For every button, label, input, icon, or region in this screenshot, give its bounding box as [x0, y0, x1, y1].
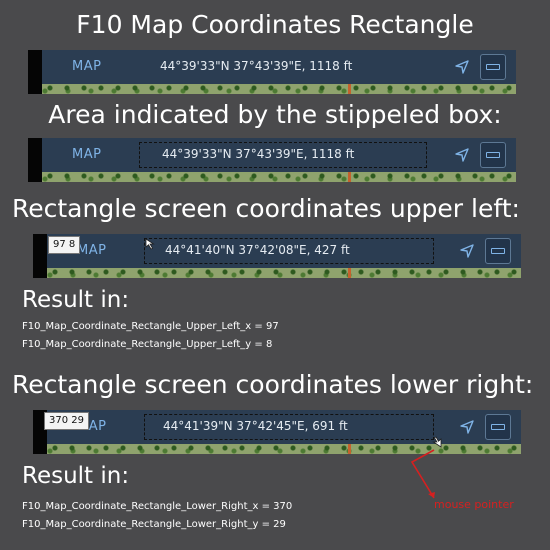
- map-terrain: [42, 172, 516, 182]
- panel-toggle-button[interactable]: [485, 414, 511, 440]
- result-upper-left-x: F10_Map_Coordinate_Rectangle_Upper_Left_…: [22, 321, 279, 332]
- map-bar-strip-4: MAP 44°41'39"N 37°42'45"E, 691 ft: [33, 410, 521, 454]
- result-heading-upper-left: Result in:: [22, 287, 130, 313]
- result-upper-left-y: F10_Map_Coordinate_Rectangle_Upper_Left_…: [22, 339, 273, 350]
- panel-toggle-button[interactable]: [480, 54, 506, 80]
- panel-toggle-icon: [486, 64, 500, 70]
- page-title: F10 Map Coordinates Rectangle: [76, 10, 474, 39]
- result-lower-right-x: F10_Map_Coordinate_Rectangle_Lower_Right…: [22, 501, 293, 512]
- result-heading-lower-right: Result in:: [22, 463, 130, 489]
- location-arrow-icon[interactable]: [454, 147, 470, 163]
- section-heading-area: Area indicated by the stippeled box:: [48, 100, 502, 129]
- stippled-box: [139, 142, 427, 168]
- map-bar-strip-3: MAP 44°41'40"N 37°42'08"E, 427 ft: [33, 234, 521, 278]
- panel-toggle-button[interactable]: [480, 142, 506, 168]
- map-tab[interactable]: MAP: [72, 147, 101, 162]
- map-terrain: [42, 84, 516, 94]
- panel-toggle-icon: [491, 248, 505, 254]
- mouse-pointer-label: mouse pointer: [434, 498, 514, 511]
- map-bar-strip-2: MAP 44°39'33"N 37°43'39"E, 1118 ft: [28, 138, 516, 182]
- map-terrain: [47, 268, 521, 278]
- red-arrow-annotation: [410, 449, 435, 499]
- map-bar-strip-1: MAP 44°39'33"N 37°43'39"E, 1118 ft: [28, 50, 516, 94]
- map-toolbar: MAP 44°39'33"N 37°43'39"E, 1118 ft: [42, 50, 516, 84]
- map-tab[interactable]: MAP: [77, 243, 106, 258]
- mouse-cursor-icon: [432, 436, 442, 448]
- coordinate-tooltip: 370 29: [44, 412, 89, 430]
- coordinates-readout: 44°39'33"N 37°43'39"E, 1118 ft: [160, 59, 353, 73]
- map-terrain: [47, 444, 521, 454]
- panel-toggle-icon: [491, 424, 505, 430]
- result-lower-right-y: F10_Map_Coordinate_Rectangle_Lower_Right…: [22, 519, 286, 530]
- location-arrow-icon[interactable]: [454, 59, 470, 75]
- map-tab[interactable]: MAP: [72, 59, 101, 74]
- coordinate-tooltip: 97 8: [48, 236, 81, 254]
- location-arrow-icon[interactable]: [459, 243, 475, 259]
- panel-toggle-icon: [486, 152, 500, 158]
- panel-toggle-button[interactable]: [485, 238, 511, 264]
- stippled-box: [144, 414, 434, 440]
- mouse-cursor-icon: [145, 238, 155, 250]
- section-heading-upper-left: Rectangle screen coordinates upper left:: [12, 194, 520, 223]
- section-heading-lower-right: Rectangle screen coordinates lower right…: [12, 370, 534, 399]
- location-arrow-icon[interactable]: [459, 419, 475, 435]
- stippled-box: [144, 238, 434, 264]
